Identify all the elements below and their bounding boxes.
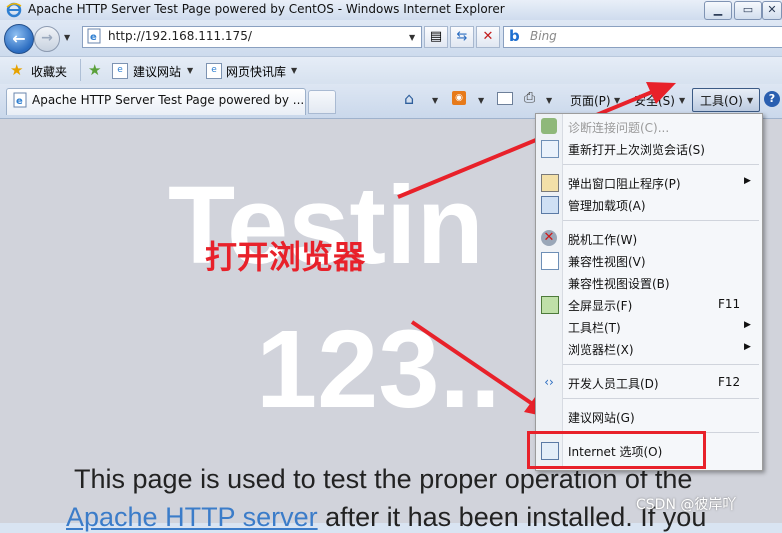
developer-tools-shortcut: F12 <box>718 375 741 389</box>
watermark: CSDN @彼岸吖 <box>636 497 737 513</box>
menu-item-diagnose-connection: 诊断连接问题(C)... <box>568 121 670 135</box>
menu-item-developer-tools[interactable]: 开发人员工具(D) <box>568 375 659 392</box>
menu-item-compatibility-view[interactable]: 兼容性视图(V) <box>568 253 646 270</box>
menu-separator <box>563 364 759 365</box>
menu-separator <box>563 398 759 399</box>
menu-item-toolbars[interactable]: 工具栏(T) <box>568 319 621 336</box>
reopen-session-icon <box>541 140 559 158</box>
menu-item-suggested-sites[interactable]: 建议网站(G) <box>568 409 635 426</box>
arrow-to-internet-options <box>410 320 552 418</box>
menu-icon-gutter <box>536 114 563 469</box>
full-screen-icon <box>541 296 559 314</box>
submenu-arrow-icon: ▶ <box>744 342 751 352</box>
compatibility-view-menu-icon <box>541 252 559 270</box>
menu-item-full-screen[interactable]: 全屏显示(F) <box>568 297 632 314</box>
developer-tools-icon: ‹› <box>544 375 554 389</box>
menu-separator <box>563 220 759 221</box>
menu-item-popup-blocker[interactable]: 弹出窗口阻止程序(P) <box>568 175 681 192</box>
menu-item-manage-addons[interactable]: 管理加载项(A) <box>568 197 646 214</box>
menu-item-work-offline[interactable]: 脱机工作(W) <box>568 231 637 248</box>
menu-separator <box>563 164 759 165</box>
menu-item-reopen-session[interactable]: 重新打开上次浏览会话(S) <box>568 141 705 158</box>
annotation-open-browser: 打开浏览器 <box>205 238 366 276</box>
menu-item-compatibility-settings[interactable]: 兼容性视图设置(B) <box>568 275 670 292</box>
submenu-arrow-icon: ▶ <box>744 176 751 186</box>
submenu-arrow-icon: ▶ <box>744 320 751 330</box>
full-screen-shortcut: F11 <box>718 297 741 311</box>
diagnose-icon <box>541 118 557 134</box>
manage-addons-icon <box>541 196 559 214</box>
menu-item-explorer-bars[interactable]: 浏览器栏(X) <box>568 341 634 358</box>
work-offline-icon: ✕ <box>541 230 557 246</box>
popup-blocker-icon <box>541 174 559 192</box>
internet-options-highlight <box>527 431 706 469</box>
